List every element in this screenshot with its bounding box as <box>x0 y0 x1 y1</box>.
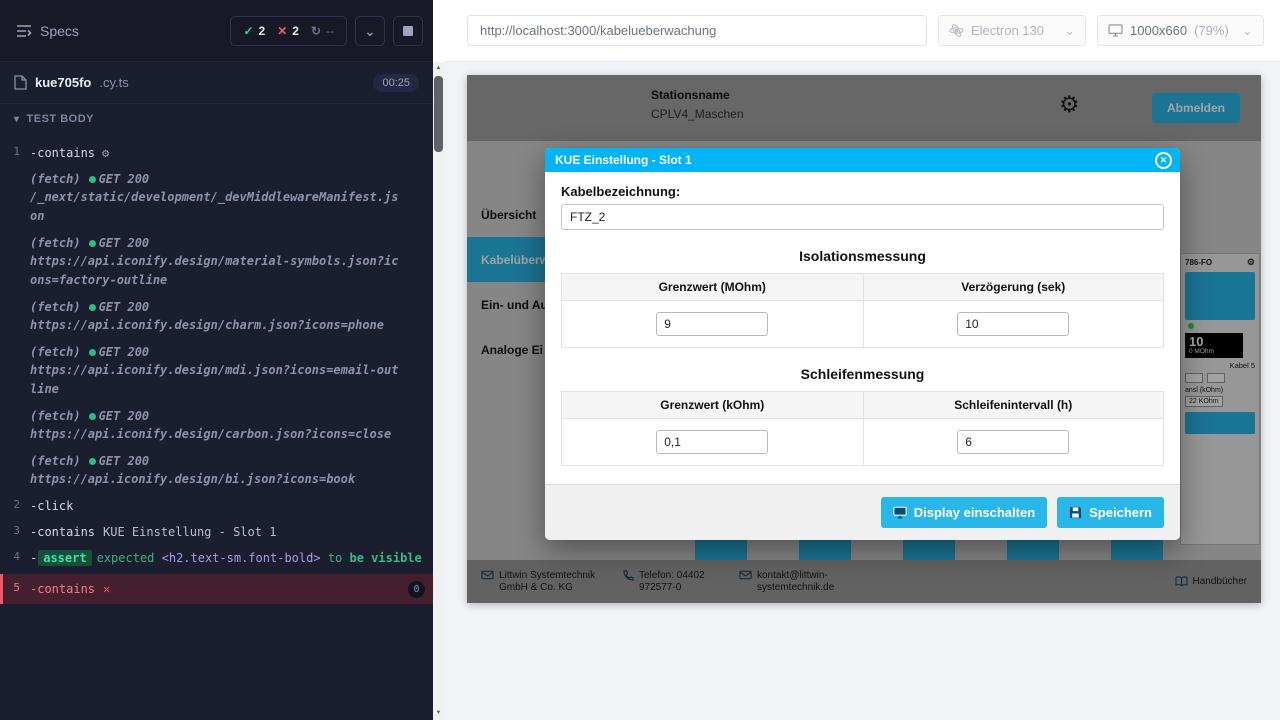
modal-footer: Display einschalten Speichern <box>545 484 1180 540</box>
cable-name-input[interactable] <box>561 204 1164 230</box>
command-click[interactable]: 2 -click <box>0 493 433 519</box>
fetch-url: https://api.iconify.design/carbon.json?i… <box>30 425 425 444</box>
loop-limit-input[interactable] <box>656 430 768 454</box>
gear-icon: ⚙ <box>102 146 109 160</box>
cable-name-label: Kabelbezeichnung: <box>561 184 1164 199</box>
fetch-log-row[interactable]: (fetch)GET 200 https://api.iconify.desig… <box>0 339 433 403</box>
status-dot-icon <box>89 240 96 247</box>
contains-argument: KUE Einstellung - Slot 1 <box>103 525 276 539</box>
match-count-badge: 0 <box>408 581 425 598</box>
viewport-selector[interactable]: 1000x660 (79%) ⌄ <box>1097 15 1264 46</box>
fetch-url: /_next/static/development/_devMiddleware… <box>30 188 425 226</box>
monitor-icon <box>893 506 907 519</box>
spec-file-icon <box>14 75 27 90</box>
command-contains-1[interactable]: 1 -contains⚙ <box>0 140 433 166</box>
fetch-url: https://api.iconify.design/material-symb… <box>30 252 425 290</box>
viewport-zoom: (79%) <box>1194 23 1229 38</box>
save-button[interactable]: Speichern <box>1057 497 1164 528</box>
spec-file-name: kue705fo <box>35 75 91 90</box>
column-header: Grenzwert (MOhm) <box>562 274 863 301</box>
specs-list-icon <box>16 24 32 38</box>
assert-badge: assert <box>38 550 91 566</box>
spec-file-ext: .cy.ts <box>99 75 128 90</box>
display-on-button[interactable]: Display einschalten <box>881 497 1047 528</box>
refresh-icon: ↻ <box>311 24 321 38</box>
cross-icon: ✕ <box>277 24 287 38</box>
scrollbar-thumb[interactable] <box>434 76 443 152</box>
specs-label: Specs <box>40 23 79 39</box>
scroll-up-icon[interactable]: ▲ <box>433 62 444 75</box>
caret-down-icon: ▾ <box>14 114 20 125</box>
spec-file-header[interactable]: kue705fo .cy.ts 00:25 <box>0 62 433 104</box>
save-icon <box>1069 506 1082 519</box>
error-cross-icon: ✕ <box>103 580 110 598</box>
fetch-url: https://api.iconify.design/mdi.json?icon… <box>30 361 425 399</box>
aut-topbar: Electron 130 ⌄ 1000x660 (79%) ⌄ <box>444 0 1280 62</box>
isolation-table: Grenzwert (MOhm) Verzögerung (sek) <box>561 273 1164 348</box>
url-input[interactable] <box>467 15 927 46</box>
reporter-header: Specs ✓2 ✕2 ↻-- ⌄ <box>0 0 433 62</box>
fetch-log-row[interactable]: (fetch)GET 200 /_next/static/development… <box>0 166 433 230</box>
status-dot-icon <box>89 304 96 311</box>
stop-tests-button[interactable] <box>393 16 423 46</box>
modal-title: KUE Einstellung - Slot 1 <box>555 153 692 167</box>
spec-duration-badge: 00:25 <box>373 74 419 92</box>
fetch-log-row[interactable]: (fetch)GET 200 https://api.iconify.desig… <box>0 230 433 294</box>
close-icon[interactable]: ✕ <box>1155 152 1172 169</box>
kue-settings-modal: KUE Einstellung - Slot 1 ✕ Kabelbezeichn… <box>545 148 1180 540</box>
command-assert[interactable]: 4 -assertexpected <h2.text-sm.font-bold>… <box>0 545 433 571</box>
modal-header: KUE Einstellung - Slot 1 ✕ <box>545 148 1180 172</box>
application-frame: Stationsname CPLV4_Maschen ⚙ Abmelden LI… <box>467 75 1261 603</box>
fetch-log-row[interactable]: (fetch)GET 200 https://api.iconify.desig… <box>0 448 433 493</box>
loop-interval-input[interactable] <box>957 430 1069 454</box>
fetch-url: https://api.iconify.design/charm.json?ic… <box>30 316 425 335</box>
specs-button[interactable]: Specs <box>16 23 222 39</box>
suite-label: TEST BODY <box>27 113 94 125</box>
stat-pending: ↻-- <box>311 24 334 38</box>
column-header: Schleifenintervall (h) <box>863 392 1164 419</box>
iso-limit-input[interactable] <box>656 312 768 336</box>
command-contains-failed[interactable]: 5 -contains ✕ 0 <box>0 574 433 604</box>
viewport-icon <box>1108 24 1123 37</box>
browser-selector[interactable]: Electron 130 ⌄ <box>938 15 1086 46</box>
status-dot-icon <box>89 349 96 356</box>
collapse-all-button[interactable]: ⌄ <box>355 16 385 46</box>
fetch-log-row[interactable]: (fetch)GET 200 https://api.iconify.desig… <box>0 294 433 339</box>
screen: Specs ✓2 ✕2 ↻-- ⌄ kue705fo .cy.ts 00:25 … <box>0 0 1280 720</box>
stat-passed: ✓2 <box>243 24 265 38</box>
column-header: Grenzwert (kOhm) <box>562 392 863 419</box>
viewport-size: 1000x660 <box>1130 23 1187 38</box>
scrollbar-track[interactable]: ▲ ▼ <box>433 62 444 720</box>
status-dot-icon <box>89 413 96 420</box>
column-header: Verzögerung (sek) <box>863 274 1164 301</box>
command-log: 1 -contains⚙ (fetch)GET 200 /_next/stati… <box>0 134 433 604</box>
check-icon: ✓ <box>243 24 253 38</box>
suite-test-body[interactable]: ▾ TEST BODY <box>0 104 433 134</box>
status-dot-icon <box>89 176 96 183</box>
modal-body: Kabelbezeichnung: Isolationsmessung Gren… <box>545 172 1180 484</box>
loop-heading: Schleifenmessung <box>561 366 1164 382</box>
fetch-url: https://api.iconify.design/bi.json?icons… <box>30 470 425 489</box>
scroll-down-icon[interactable]: ▼ <box>433 707 444 720</box>
iso-delay-input[interactable] <box>957 312 1069 336</box>
assert-element: <h2.text-sm.font-bold> <box>162 551 321 565</box>
chevron-down-icon: ⌄ <box>1064 27 1075 35</box>
stop-icon <box>403 26 413 36</box>
command-contains-modal[interactable]: 3 -containsKUE Einstellung - Slot 1 <box>0 519 433 545</box>
browser-label: Electron 130 <box>971 23 1044 38</box>
reporter-scrollbar: ▲ ▼ <box>433 0 444 720</box>
electron-icon <box>949 23 964 38</box>
test-stats: ✓2 ✕2 ↻-- <box>230 16 347 46</box>
chevron-down-icon: ⌄ <box>364 26 376 36</box>
cypress-reporter: Specs ✓2 ✕2 ↻-- ⌄ kue705fo .cy.ts 00:25 … <box>0 0 433 720</box>
fetch-log-row[interactable]: (fetch)GET 200 https://api.iconify.desig… <box>0 403 433 448</box>
loop-table: Grenzwert (kOhm) Schleifenintervall (h) <box>561 391 1164 466</box>
stat-failed: ✕2 <box>277 24 299 38</box>
chevron-down-icon: ⌄ <box>1242 27 1253 35</box>
status-dot-icon <box>89 458 96 465</box>
isolation-heading: Isolationsmessung <box>561 248 1164 264</box>
